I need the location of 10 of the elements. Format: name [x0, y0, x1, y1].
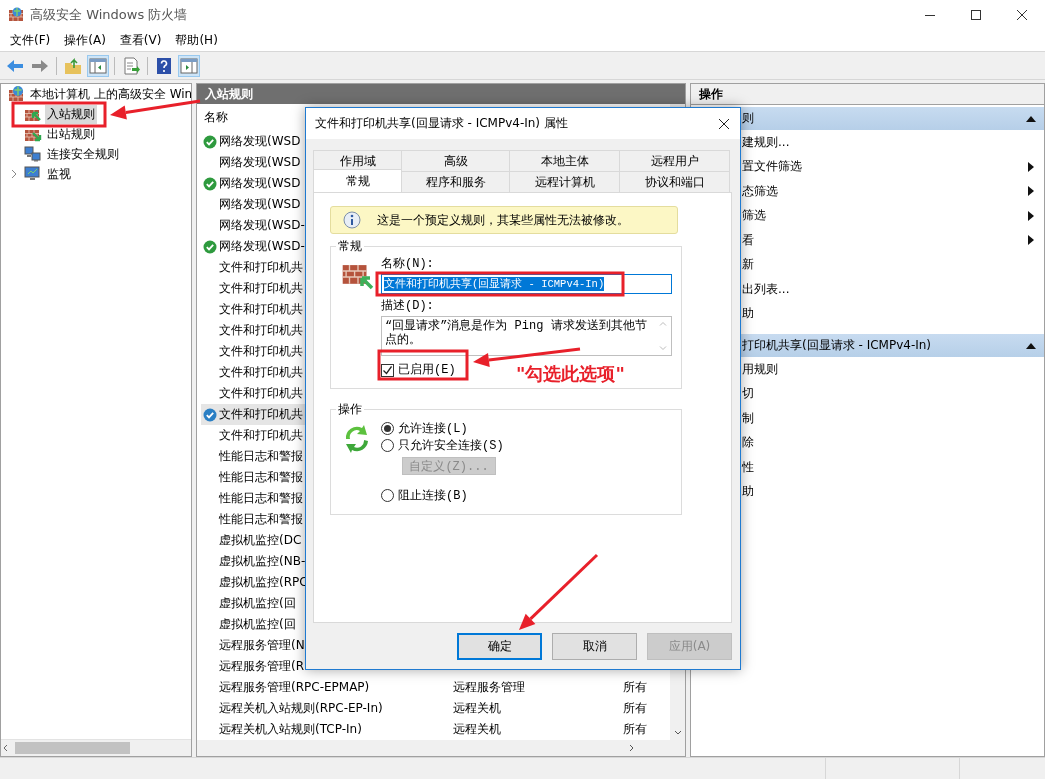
- group-title: 操作: [337, 401, 363, 418]
- dialog-title: 文件和打印机共享(回显请求 - ICMPv4-In) 属性: [315, 115, 569, 132]
- group-title: 常规: [337, 238, 363, 255]
- window-title: 高级安全 Windows 防火墙: [30, 6, 188, 24]
- info-message: 这是一个预定义规则，其某些属性无法被修改。: [377, 211, 629, 229]
- callout-text: "勾选此选项": [516, 362, 625, 386]
- field-label: 名称(N):: [381, 257, 434, 271]
- panel-header: 入站规则: [197, 84, 685, 104]
- field-label: 描述(D):: [381, 299, 434, 313]
- panel-header: 操作: [691, 84, 1044, 105]
